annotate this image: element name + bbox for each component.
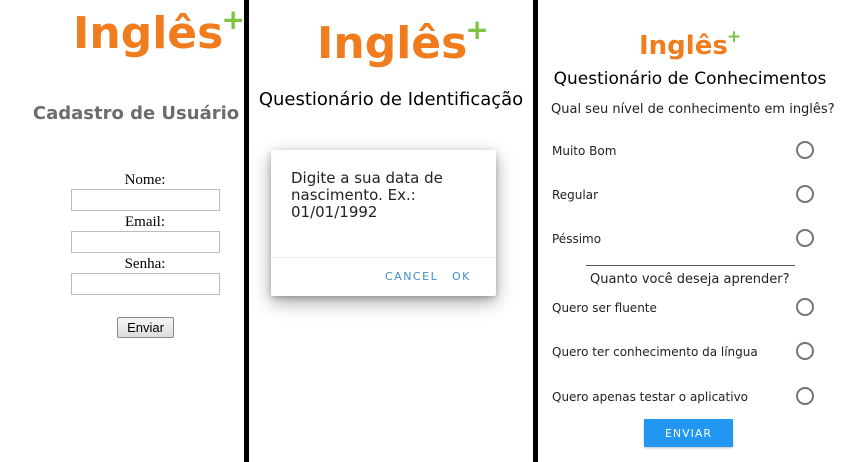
email-input[interactable] bbox=[71, 231, 220, 253]
option-label: Péssimo bbox=[552, 232, 602, 246]
logo-word: Inglês bbox=[73, 8, 224, 59]
app-logo: Inglês + bbox=[317, 16, 489, 69]
logo-plus-icon: + bbox=[221, 3, 244, 36]
app-logo: Inglês + bbox=[639, 29, 741, 61]
email-label: Email: bbox=[125, 214, 165, 230]
knowledge-screen: Inglês + Questionário de Conhecimentos Q… bbox=[538, 0, 848, 462]
identification-screen: Inglês + Questionário de Identificação D… bbox=[249, 0, 533, 462]
password-input[interactable] bbox=[71, 273, 220, 295]
radio-pessimo[interactable] bbox=[796, 229, 814, 247]
registration-screen: Inglês + Cadastro de Usuário Nome: Email… bbox=[0, 0, 244, 462]
option-label: Quero ter conhecimento da língua bbox=[552, 345, 758, 359]
register-submit-button[interactable]: Enviar bbox=[117, 317, 174, 338]
logo-word: Inglês bbox=[317, 18, 468, 69]
dialog-ok-button[interactable]: OK bbox=[452, 270, 471, 283]
dialog-divider bbox=[271, 257, 496, 258]
logo-plus-icon: + bbox=[465, 13, 489, 46]
option-label: Quero ser fluente bbox=[552, 301, 657, 315]
app-logo: Inglês + bbox=[73, 6, 244, 59]
option-label: Muito Bom bbox=[552, 144, 617, 158]
option-label: Quero apenas testar o aplicativo bbox=[552, 390, 749, 404]
option-label: Regular bbox=[552, 188, 599, 202]
question-goal: Quanto você deseja aprender? bbox=[590, 272, 790, 287]
radio-testar[interactable] bbox=[796, 387, 814, 405]
radio-fluente[interactable] bbox=[796, 298, 814, 316]
radio-regular[interactable] bbox=[796, 185, 814, 203]
name-label: Nome: bbox=[124, 172, 166, 188]
knowledge-submit-button[interactable]: ENVIAR bbox=[644, 419, 733, 447]
dialog-cancel-button[interactable]: CANCEL bbox=[385, 270, 438, 283]
radio-conhecimento[interactable] bbox=[796, 342, 814, 360]
dialog-message: Digite a sua data de nascimento. Ex.: 01… bbox=[291, 169, 443, 221]
radio-muito-bom[interactable] bbox=[796, 141, 814, 159]
birthdate-dialog: Digite a sua data de nascimento. Ex.: 01… bbox=[271, 150, 496, 296]
logo-plus-icon: + bbox=[726, 27, 742, 47]
question-level: Qual seu nível de conhecimento em inglês… bbox=[551, 102, 835, 117]
section-divider bbox=[586, 265, 795, 266]
registration-title: Cadastro de Usuário bbox=[32, 103, 240, 124]
identification-title: Questionário de Identificação bbox=[258, 89, 524, 110]
name-input[interactable] bbox=[71, 189, 220, 211]
knowledge-title: Questionário de Conhecimentos bbox=[553, 69, 827, 89]
password-label: Senha: bbox=[124, 256, 166, 272]
logo-word: Inglês bbox=[639, 31, 728, 61]
